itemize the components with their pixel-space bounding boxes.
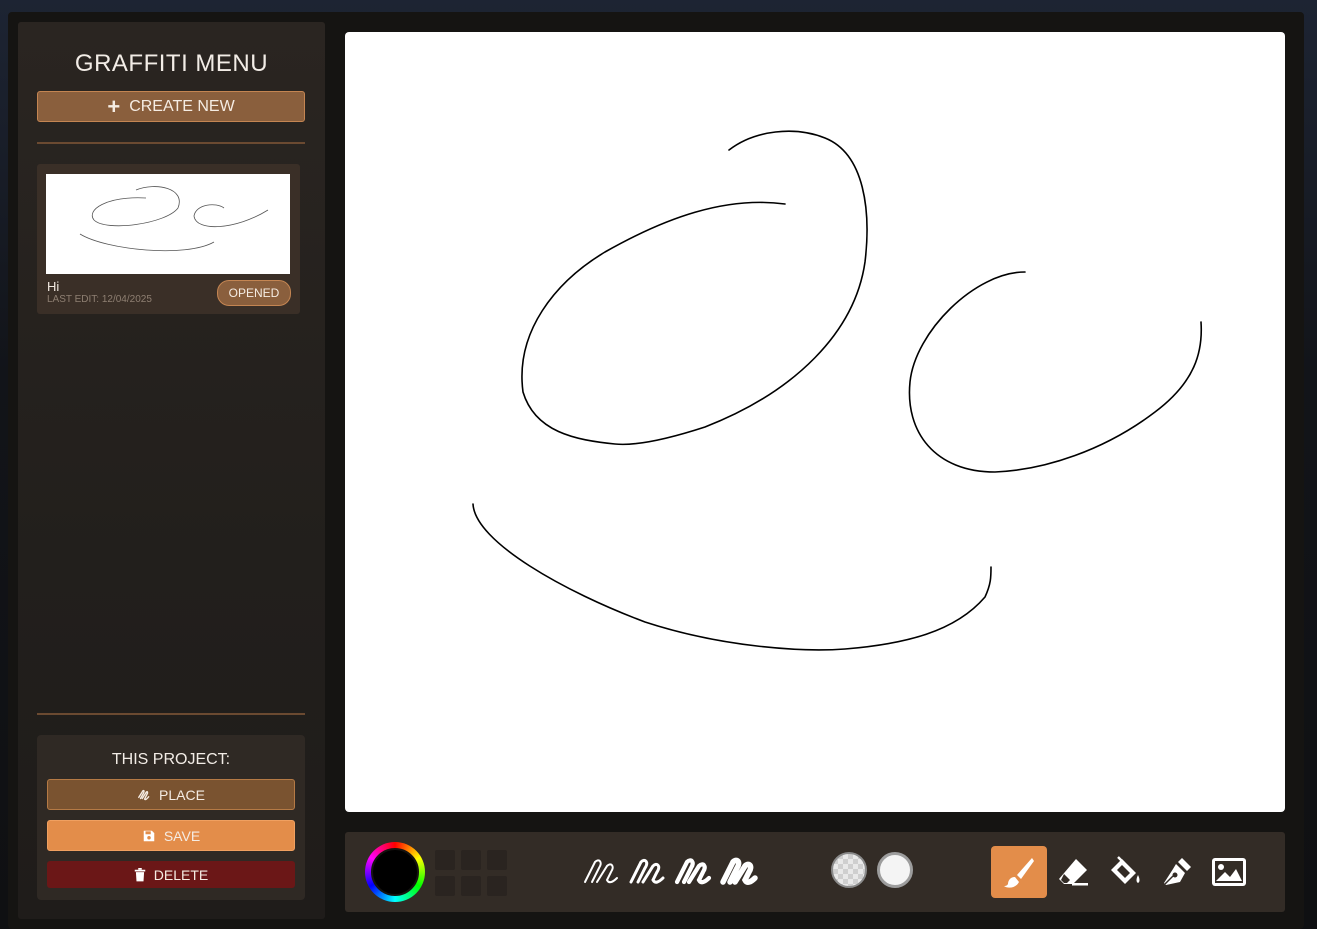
thumbnail-drawing: [79, 186, 269, 252]
menu-title: GRAFFITI MENU: [74, 50, 269, 77]
swatch-slot[interactable]: [435, 876, 455, 896]
trash-icon: [134, 867, 146, 881]
pen-tool-button[interactable]: [1149, 846, 1205, 898]
brush-size-extra-thick[interactable]: [719, 852, 759, 892]
divider: [37, 142, 305, 144]
spray-squiggle-icon: [138, 789, 150, 800]
sidebar: GRAFFITI MENU + CREATE NEW Hi LAST EDIT:…: [18, 22, 325, 919]
current-color-swatch: [371, 848, 419, 896]
squiggle-extra-thick-icon: [720, 857, 758, 885]
this-project-panel: THIS PROJECT: PLACE SAVE DELETE: [37, 735, 305, 900]
squiggle-thick-icon: [674, 858, 712, 885]
swatch-slot[interactable]: [487, 850, 507, 870]
opacity-solid-button[interactable]: [877, 852, 913, 888]
project-last-edit: LAST EDIT: 12/04/2025: [47, 294, 152, 305]
brush-tool-button[interactable]: [991, 846, 1047, 898]
toolbar: [345, 832, 1285, 912]
squiggle-medium-icon: [629, 858, 665, 884]
project-card[interactable]: Hi LAST EDIT: 12/04/2025 OPENED: [37, 164, 300, 314]
brush-size-thick[interactable]: [673, 852, 713, 892]
canvas-drawing: [472, 130, 1203, 651]
this-project-title: THIS PROJECT:: [111, 751, 231, 768]
graffiti-app: GRAFFITI MENU + CREATE NEW Hi LAST EDIT:…: [8, 12, 1304, 929]
fill-bucket-icon: [1111, 856, 1140, 884]
place-button[interactable]: PLACE: [47, 779, 295, 810]
swatch-slot[interactable]: [461, 876, 481, 896]
opacity-transparent-button[interactable]: [831, 852, 867, 888]
swatch-slot[interactable]: [487, 876, 507, 896]
save-button[interactable]: SAVE: [47, 820, 295, 851]
place-label: PLACE: [159, 786, 205, 803]
image-icon: [1212, 858, 1246, 886]
delete-button[interactable]: DELETE: [47, 861, 295, 888]
plus-icon: +: [107, 93, 121, 119]
save-label: SAVE: [163, 827, 201, 844]
brush-icon: [1004, 858, 1034, 888]
color-swatches: [435, 850, 507, 898]
divider: [37, 713, 305, 715]
drawing-canvas[interactable]: [345, 32, 1285, 812]
fill-tool-button[interactable]: [1097, 846, 1153, 898]
project-name: Hi: [47, 279, 60, 294]
project-thumbnail[interactable]: [46, 174, 290, 274]
delete-label: DELETE: [153, 866, 209, 883]
eraser-tool-button[interactable]: [1045, 846, 1101, 898]
opened-badge[interactable]: OPENED: [217, 280, 291, 306]
squiggle-thin-icon: [584, 859, 618, 884]
color-picker[interactable]: [365, 842, 425, 902]
create-new-button[interactable]: + CREATE NEW: [37, 91, 305, 122]
image-tool-button[interactable]: [1201, 846, 1257, 898]
floppy-disk-icon: [143, 830, 155, 841]
create-new-label: CREATE NEW: [129, 97, 235, 115]
swatch-slot[interactable]: [461, 850, 481, 870]
brush-size-thin[interactable]: [581, 852, 621, 892]
swatch-slot[interactable]: [435, 850, 455, 870]
pen-icon: [1164, 858, 1191, 885]
eraser-icon: [1059, 859, 1088, 886]
brush-size-medium[interactable]: [627, 852, 667, 892]
